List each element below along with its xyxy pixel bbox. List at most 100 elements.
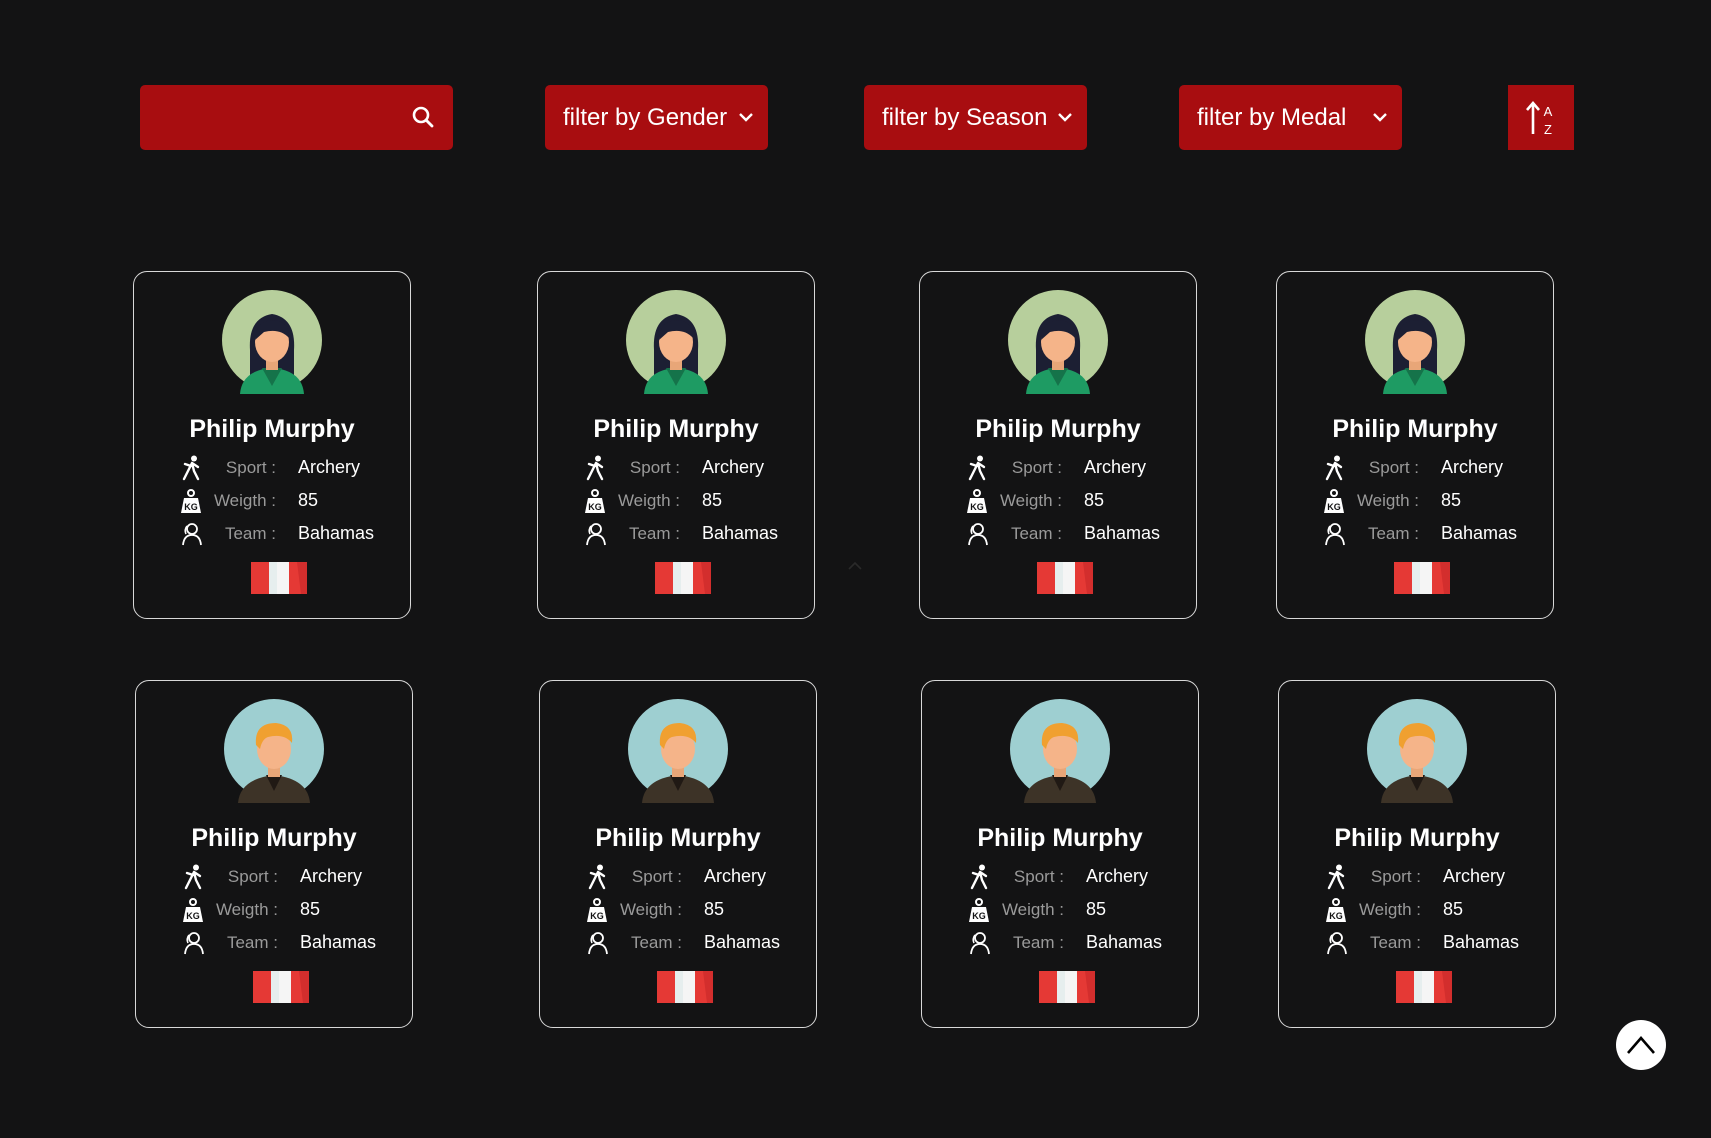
- athlete-card[interactable]: Philip Murphy Sport : Archery KG Weigth …: [921, 680, 1199, 1028]
- athlete-card[interactable]: Philip Murphy Sport : Archery KG Weigth …: [135, 680, 413, 1028]
- team-flag-icon: [1394, 562, 1450, 594]
- team-row: Team : Bahamas: [538, 521, 814, 547]
- svg-text:KG: KG: [1329, 911, 1343, 921]
- weight-row: KG Weigth : 85: [1277, 488, 1553, 514]
- svg-text:KG: KG: [1327, 502, 1341, 512]
- svg-text:KG: KG: [970, 502, 984, 512]
- season-filter-dropdown[interactable]: filter by Season: [864, 85, 1087, 150]
- weight-row: KG Weigth : 85: [538, 488, 814, 514]
- svg-text:A: A: [1544, 104, 1553, 119]
- weight-icon: KG: [1325, 897, 1347, 923]
- chevron-down-icon: [739, 113, 753, 122]
- athlete-card[interactable]: Philip Murphy Sport : Archery KG Weigth …: [1276, 271, 1554, 619]
- team-icon: [1323, 521, 1345, 547]
- search-box[interactable]: [140, 85, 453, 150]
- team-icon: [182, 930, 204, 956]
- team-flag-icon: [253, 971, 309, 1003]
- team-value: Bahamas: [702, 523, 779, 543]
- team-value: Bahamas: [1443, 932, 1520, 952]
- team-icon: [584, 521, 606, 547]
- weight-row: KG Weigth : 85: [134, 488, 410, 514]
- team-flag-icon: [657, 971, 713, 1003]
- sport-row: Sport : Archery: [1279, 864, 1555, 890]
- weight-value: 85: [1443, 899, 1464, 919]
- athlete-card[interactable]: Philip Murphy Sport : Archery KG Weigth …: [133, 271, 411, 619]
- sort-alpha-button[interactable]: A Z: [1508, 85, 1574, 150]
- gender-filter-label: filter by Gender: [563, 103, 728, 131]
- search-icon[interactable]: [411, 105, 435, 129]
- medal-filter-dropdown[interactable]: filter by Medal: [1179, 85, 1402, 150]
- team-label: Team :: [628, 524, 680, 543]
- sport-label: Sport :: [225, 458, 276, 477]
- weight-row: KG Weigth : 85: [136, 897, 412, 923]
- female-avatar: [1008, 290, 1108, 394]
- sport-value: Archery: [1086, 866, 1149, 886]
- svg-text:KG: KG: [186, 911, 200, 921]
- athlete-name: Philip Murphy: [595, 824, 761, 852]
- sport-value: Archery: [298, 457, 361, 477]
- gender-filter-dropdown[interactable]: filter by Gender: [545, 85, 768, 150]
- male-avatar: [1367, 699, 1467, 803]
- athlete-card[interactable]: Philip Murphy Sport : Archery KG Weigth …: [919, 271, 1197, 619]
- female-avatar: [626, 290, 726, 394]
- sport-value: Archery: [702, 457, 765, 477]
- sport-row: Sport : Archery: [1277, 455, 1553, 481]
- weight-label: Weigth :: [1001, 900, 1064, 919]
- athlete-name: Philip Murphy: [977, 824, 1143, 852]
- weight-label: Weigth :: [617, 491, 680, 510]
- weight-value: 85: [1086, 899, 1107, 919]
- team-row: Team : Bahamas: [1277, 521, 1553, 547]
- team-row: Team : Bahamas: [136, 930, 412, 956]
- sport-icon: [586, 864, 608, 890]
- sport-label: Sport :: [1013, 867, 1064, 886]
- sport-icon: [1323, 455, 1345, 481]
- sport-row: Sport : Archery: [922, 864, 1198, 890]
- weight-icon: KG: [968, 897, 990, 923]
- sport-row: Sport : Archery: [136, 864, 412, 890]
- sport-row: Sport : Archery: [134, 455, 410, 481]
- weight-value: 85: [1084, 490, 1105, 510]
- athlete-card[interactable]: Philip Murphy Sport : Archery KG Weigth …: [539, 680, 817, 1028]
- weight-value: 85: [1441, 490, 1462, 510]
- medal-filter-label: filter by Medal: [1197, 103, 1347, 131]
- team-row: Team : Bahamas: [540, 930, 816, 956]
- athlete-card[interactable]: Philip Murphy Sport : Archery KG Weigth …: [537, 271, 815, 619]
- sport-value: Archery: [1443, 866, 1506, 886]
- team-label: Team :: [1367, 524, 1419, 543]
- sport-label: Sport :: [1368, 458, 1419, 477]
- sport-label: Sport :: [227, 867, 278, 886]
- search-input[interactable]: [156, 103, 400, 132]
- weight-value: 85: [298, 490, 319, 510]
- sport-label: Sport :: [1370, 867, 1421, 886]
- weight-value: 85: [702, 490, 723, 510]
- weight-label: Weigth :: [619, 900, 682, 919]
- weight-row: KG Weigth : 85: [920, 488, 1196, 514]
- team-flag-icon: [655, 562, 711, 594]
- team-label: Team :: [224, 524, 276, 543]
- sport-label: Sport :: [631, 867, 682, 886]
- athlete-name: Philip Murphy: [191, 824, 357, 852]
- team-row: Team : Bahamas: [1279, 930, 1555, 956]
- team-flag-icon: [251, 562, 307, 594]
- sport-value: Archery: [704, 866, 767, 886]
- sport-label: Sport :: [1011, 458, 1062, 477]
- weight-icon: KG: [966, 488, 988, 514]
- weight-icon: KG: [182, 897, 204, 923]
- weight-row: KG Weigth : 85: [922, 897, 1198, 923]
- sport-value: Archery: [1084, 457, 1147, 477]
- scroll-to-top-button[interactable]: [1616, 1020, 1666, 1070]
- weight-row: KG Weigth : 85: [1279, 897, 1555, 923]
- athlete-card[interactable]: Philip Murphy Sport : Archery KG Weigth …: [1278, 680, 1556, 1028]
- athlete-name: Philip Murphy: [975, 415, 1141, 443]
- team-icon: [1325, 930, 1347, 956]
- weight-value: 85: [300, 899, 321, 919]
- sport-value: Archery: [1441, 457, 1504, 477]
- weight-icon: KG: [1323, 488, 1345, 514]
- athlete-name: Philip Murphy: [189, 415, 355, 443]
- weight-icon: KG: [180, 488, 202, 514]
- female-avatar: [222, 290, 322, 394]
- team-icon: [968, 930, 990, 956]
- team-icon: [586, 930, 608, 956]
- athlete-name: Philip Murphy: [593, 415, 759, 443]
- chevron-down-icon: [1373, 113, 1387, 122]
